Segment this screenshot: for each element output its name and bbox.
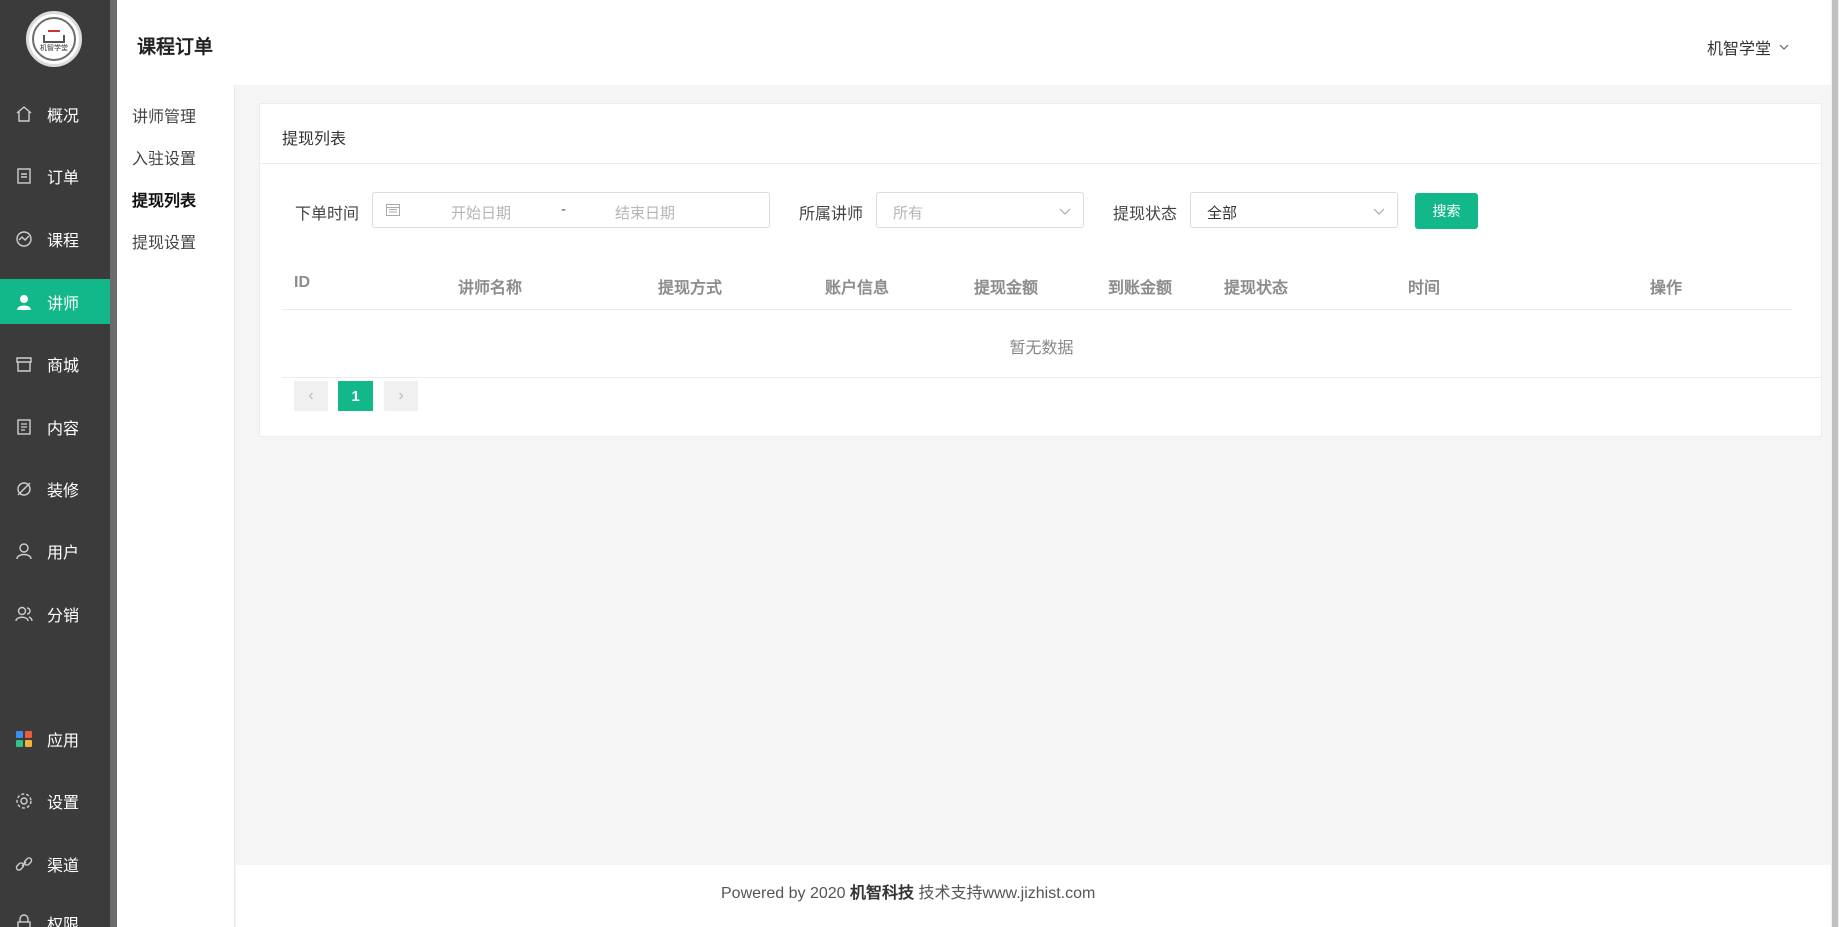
sidebar-item-label: 分销	[47, 607, 80, 625]
page-title: 课程订单	[137, 37, 214, 58]
sidebar-divider	[110, 0, 117, 927]
secondary-menu: 讲师管理 入驻设置 提现列表 提现设置	[117, 85, 235, 927]
shop-icon	[15, 355, 33, 373]
card-title: 提现列表	[282, 131, 347, 148]
sidebar-item-label: 概况	[47, 107, 80, 125]
column-header-id: ID	[294, 274, 310, 291]
table-bottom-divider	[282, 377, 1822, 378]
teacher-select-value: 所有	[893, 205, 924, 222]
scrollbar-thumb[interactable]	[1832, 0, 1838, 927]
sidebar: 机智学堂 概况 订单 课程 讲师 商城 内容 装修 用户 分销 应用 设置 渠道…	[0, 0, 110, 927]
sidebar-item-label: 订单	[47, 169, 80, 187]
sidebar-item-permissions[interactable]: 权限	[0, 900, 110, 927]
sidebar-item-channels[interactable]: 渠道	[0, 841, 110, 886]
sidebar-item-label: 应用	[47, 732, 80, 750]
home-icon	[15, 105, 33, 123]
empty-state: 暂无数据	[1009, 340, 1074, 357]
footer: Powered by 2020 机智科技 技术支持www.jizhist.com	[236, 865, 1831, 927]
sidebar-item-label: 装修	[47, 482, 80, 500]
order-icon	[15, 167, 33, 185]
sidebar-item-users[interactable]: 用户	[0, 528, 110, 573]
submenu-item-entry-settings[interactable]: 入驻设置	[132, 145, 196, 169]
sidebar-item-orders[interactable]: 订单	[0, 153, 110, 198]
gear-icon	[15, 792, 33, 810]
column-header-status: 提现状态	[1224, 280, 1289, 297]
top-header: 课程订单 机智学堂	[117, 0, 1839, 85]
date-range-picker[interactable]: 开始日期 - 结束日期	[372, 192, 770, 228]
status-label: 提现状态	[1113, 206, 1178, 223]
vertical-scrollbar[interactable]	[1831, 0, 1839, 927]
column-header-time: 时间	[1408, 280, 1441, 297]
teacher-icon	[15, 293, 33, 311]
chevron-down-icon	[1059, 208, 1071, 215]
status-select[interactable]: 全部	[1190, 192, 1398, 228]
decorate-icon	[15, 480, 33, 498]
apps-icon	[15, 730, 33, 748]
sidebar-item-label: 课程	[47, 232, 80, 250]
sidebar-item-shop[interactable]: 商城	[0, 341, 110, 386]
column-header-amount: 提现金额	[974, 280, 1039, 297]
column-header-received: 到账金额	[1108, 280, 1173, 297]
user-name: 机智学堂	[1706, 41, 1771, 58]
sidebar-item-label: 权限	[47, 916, 80, 927]
date-separator: -	[561, 201, 566, 218]
search-button[interactable]: 搜索	[1415, 193, 1478, 229]
submenu-item-withdrawal-settings[interactable]: 提现设置	[132, 229, 196, 253]
chevron-right-icon: ›	[398, 387, 404, 404]
sidebar-item-content[interactable]: 内容	[0, 404, 110, 449]
card-header: 提现列表	[260, 104, 1821, 164]
user-menu[interactable]: 机智学堂	[1707, 35, 1789, 59]
logo[interactable]: 机智学堂	[26, 11, 82, 67]
submenu-item-withdrawal-list[interactable]: 提现列表	[132, 187, 196, 211]
footer-prefix: Powered by 2020	[721, 885, 850, 902]
sidebar-item-distribution[interactable]: 分销	[0, 591, 110, 636]
sidebar-item-label: 商城	[47, 357, 80, 375]
logo-text: 机智学堂	[40, 45, 68, 52]
teacher-label: 所属讲师	[799, 206, 864, 223]
link-icon	[15, 855, 33, 873]
sidebar-item-teachers[interactable]: 讲师	[0, 279, 110, 324]
chevron-down-icon	[1373, 208, 1385, 215]
sidebar-item-apps[interactable]: 应用	[0, 716, 110, 761]
sidebar-item-decorate[interactable]: 装修	[0, 466, 110, 511]
sidebar-item-label: 内容	[47, 420, 80, 438]
course-icon	[15, 230, 33, 248]
sidebar-item-label: 渠道	[47, 857, 80, 875]
withdrawal-list-card: 提现列表 下单时间 开始日期 - 结束日期 所属讲师 所有 提现状态 全部 搜索…	[259, 103, 1822, 437]
next-page-button[interactable]: ›	[384, 381, 418, 411]
footer-company: 机智科技	[849, 885, 914, 902]
sidebar-item-courses[interactable]: 课程	[0, 216, 110, 261]
footer-suffix: 技术支持www.jizhist.com	[914, 885, 1096, 902]
column-header-method: 提现方式	[658, 280, 723, 297]
sidebar-item-label: 设置	[47, 794, 80, 812]
sidebar-item-settings[interactable]: 设置	[0, 778, 110, 823]
submenu-item-teacher-management[interactable]: 讲师管理	[132, 103, 196, 127]
sidebar-item-label: 讲师	[47, 295, 80, 313]
calendar-icon	[386, 204, 400, 216]
footer-text: Powered by 2020 机智科技 技术支持www.jizhist.com	[721, 879, 1095, 903]
distribution-icon	[15, 605, 33, 623]
lock-icon	[15, 913, 33, 927]
start-date-input[interactable]: 开始日期	[451, 202, 511, 223]
column-header-account: 账户信息	[825, 280, 890, 297]
sidebar-item-label: 用户	[47, 544, 80, 562]
content-icon	[15, 418, 33, 436]
order-time-label: 下单时间	[295, 206, 360, 223]
column-header-actions: 操作	[1650, 280, 1683, 297]
prev-page-button[interactable]: ‹	[294, 381, 328, 411]
sidebar-item-overview[interactable]: 概况	[0, 91, 110, 136]
table-header-divider	[282, 309, 1792, 310]
status-select-value: 全部	[1207, 205, 1238, 222]
page-button-current[interactable]: 1	[338, 381, 373, 411]
user-icon	[15, 542, 33, 560]
column-header-teacher-name: 讲师名称	[458, 280, 523, 297]
end-date-input[interactable]: 结束日期	[615, 202, 675, 223]
teacher-select[interactable]: 所有	[876, 192, 1084, 228]
chevron-down-icon	[1779, 44, 1789, 50]
chevron-left-icon: ‹	[308, 387, 314, 404]
